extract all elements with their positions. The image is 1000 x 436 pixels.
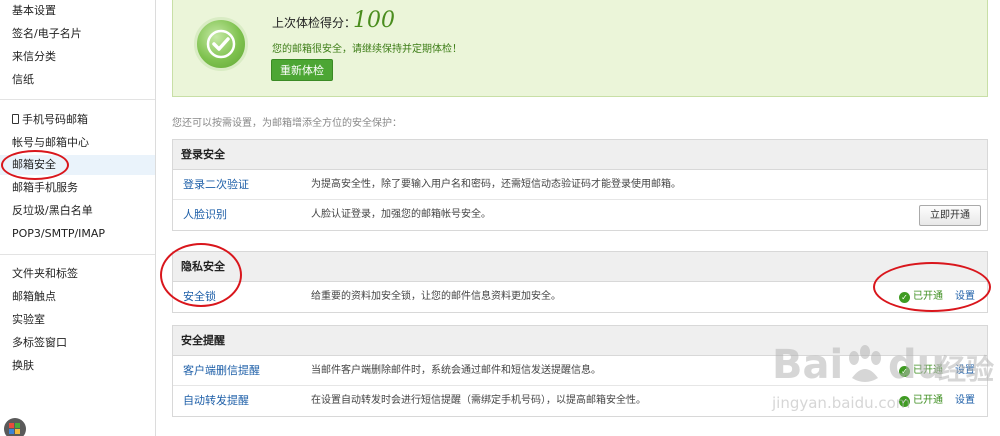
sidebar-item-folders-tags[interactable]: 文件夹和标签 [12, 264, 78, 284]
auto-forward-reminder-link[interactable]: 自动转发提醒 [183, 386, 249, 416]
sidebar-item-pop3-smtp-imap[interactable]: POP3/SMTP/IMAP [12, 224, 105, 244]
row-description: 当邮件客户端删除邮件时，系统会通过邮件和短信发送提醒信息。 [311, 365, 601, 376]
score-message: 您的邮箱很安全，请继续保持并定期体检！ [272, 44, 462, 55]
settings-sidebar: 基本设置 签名/电子名片 来信分类 信纸 手机号码邮箱 帐号与邮箱中心 邮箱安全… [0, 0, 156, 436]
section-title: 安全提醒 [173, 326, 987, 356]
table-row: 安全锁 给重要的资料加安全锁，让您的邮件信息资料更加安全。 ✓ 已开通 设置 [173, 282, 987, 312]
two-step-verify-link[interactable]: 登录二次验证 [183, 170, 249, 200]
face-recognition-link[interactable]: 人脸识别 [183, 200, 227, 230]
hint-text: 您还可以按需设置，为邮箱增添全方位的安全保护： [172, 118, 402, 129]
score-value: 100 [353, 8, 395, 33]
sidebar-divider [0, 99, 155, 100]
sidebar-item-stationery[interactable]: 信纸 [12, 70, 34, 90]
sidebar-item-mobile-service[interactable]: 邮箱手机服务 [12, 178, 78, 198]
status-badge: ✓ 已开通 [899, 386, 943, 416]
sidebar-item-antispam[interactable]: 反垃圾/黑白名单 [12, 201, 93, 221]
sidebar-item-mail-security[interactable]: 邮箱安全 [0, 155, 155, 175]
status-label: 已开通 [913, 291, 943, 302]
sidebar-item-lab[interactable]: 实验室 [12, 310, 45, 330]
status-badge: ✓ 已开通 [899, 282, 943, 312]
sidebar-item-label: 手机号码邮箱 [22, 113, 88, 126]
row-description: 为提高安全性，除了要输入用户名和密码，还需短信动态验证码才能登录使用邮箱。 [311, 179, 681, 190]
health-check-panel: 上次体检得分： 100 您的邮箱很安全，请继续保持并定期体检！ 重新体检 [172, 0, 988, 97]
security-main-panel: 上次体检得分： 100 您的邮箱很安全，请继续保持并定期体检！ 重新体检 您还可… [156, 0, 1000, 436]
settings-link[interactable]: 设置 [955, 356, 975, 386]
check-icon: ✓ [899, 396, 910, 407]
security-lock-link[interactable]: 安全锁 [183, 282, 216, 312]
phone-icon [12, 114, 19, 124]
sidebar-item-mail-touch[interactable]: 邮箱触点 [12, 287, 56, 307]
sidebar-item-phone-mailbox[interactable]: 手机号码邮箱 [12, 110, 88, 130]
table-row: 登录二次验证 为提高安全性，除了要输入用户名和密码，还需短信动态验证码才能登录使… [173, 170, 987, 200]
sidebar-item-account-center[interactable]: 帐号与邮箱中心 [12, 133, 89, 153]
table-row: 客户端删信提醒 当邮件客户端删除邮件时，系统会通过邮件和短信发送提醒信息。 ✓ 已… [173, 356, 987, 386]
section-title: 登录安全 [173, 140, 987, 170]
sidebar-item-skin[interactable]: 换肤 [12, 356, 34, 376]
client-delete-reminder-link[interactable]: 客户端删信提醒 [183, 356, 260, 386]
status-label: 已开通 [913, 365, 943, 376]
table-row: 自动转发提醒 在设置自动转发时会进行短信提醒（需绑定手机号码），以提高邮箱安全性… [173, 386, 987, 416]
privacy-security-section: 隐私安全 安全锁 给重要的资料加安全锁，让您的邮件信息资料更加安全。 ✓ 已开通 … [172, 251, 988, 313]
status-badge: ✓ 已开通 [899, 356, 943, 386]
check-icon: ✓ [899, 292, 910, 303]
security-reminder-section: 安全提醒 客户端删信提醒 当邮件客户端删除邮件时，系统会通过邮件和短信发送提醒信… [172, 325, 988, 417]
sidebar-item-mail-filter[interactable]: 来信分类 [12, 47, 56, 67]
sidebar-item-signature[interactable]: 签名/电子名片 [12, 24, 82, 44]
settings-link[interactable]: 设置 [955, 282, 975, 312]
enable-now-button[interactable]: 立即开通 [919, 205, 981, 226]
section-title: 隐私安全 [173, 252, 987, 282]
sidebar-item-multi-tab[interactable]: 多标签窗口 [12, 333, 67, 353]
row-description: 给重要的资料加安全锁，让您的邮件信息资料更加安全。 [311, 291, 561, 302]
status-label: 已开通 [913, 395, 943, 406]
sidebar-item-basic-settings[interactable]: 基本设置 [12, 1, 56, 21]
row-description: 人脸认证登录，加强您的邮箱帐号安全。 [311, 209, 491, 220]
safe-shield-icon [194, 17, 248, 71]
row-description: 在设置自动转发时会进行短信提醒（需绑定手机号码），以提高邮箱安全性。 [311, 395, 646, 406]
score-title: 上次体检得分： [272, 16, 357, 30]
recheck-button[interactable]: 重新体检 [271, 59, 333, 81]
app-launcher-icon[interactable] [4, 418, 26, 436]
sidebar-divider [0, 254, 155, 255]
login-security-section: 登录安全 登录二次验证 为提高安全性，除了要输入用户名和密码，还需短信动态验证码… [172, 139, 988, 231]
settings-link[interactable]: 设置 [955, 386, 975, 416]
table-row: 人脸识别 人脸认证登录，加强您的邮箱帐号安全。 立即开通 [173, 200, 987, 230]
check-icon: ✓ [899, 366, 910, 377]
